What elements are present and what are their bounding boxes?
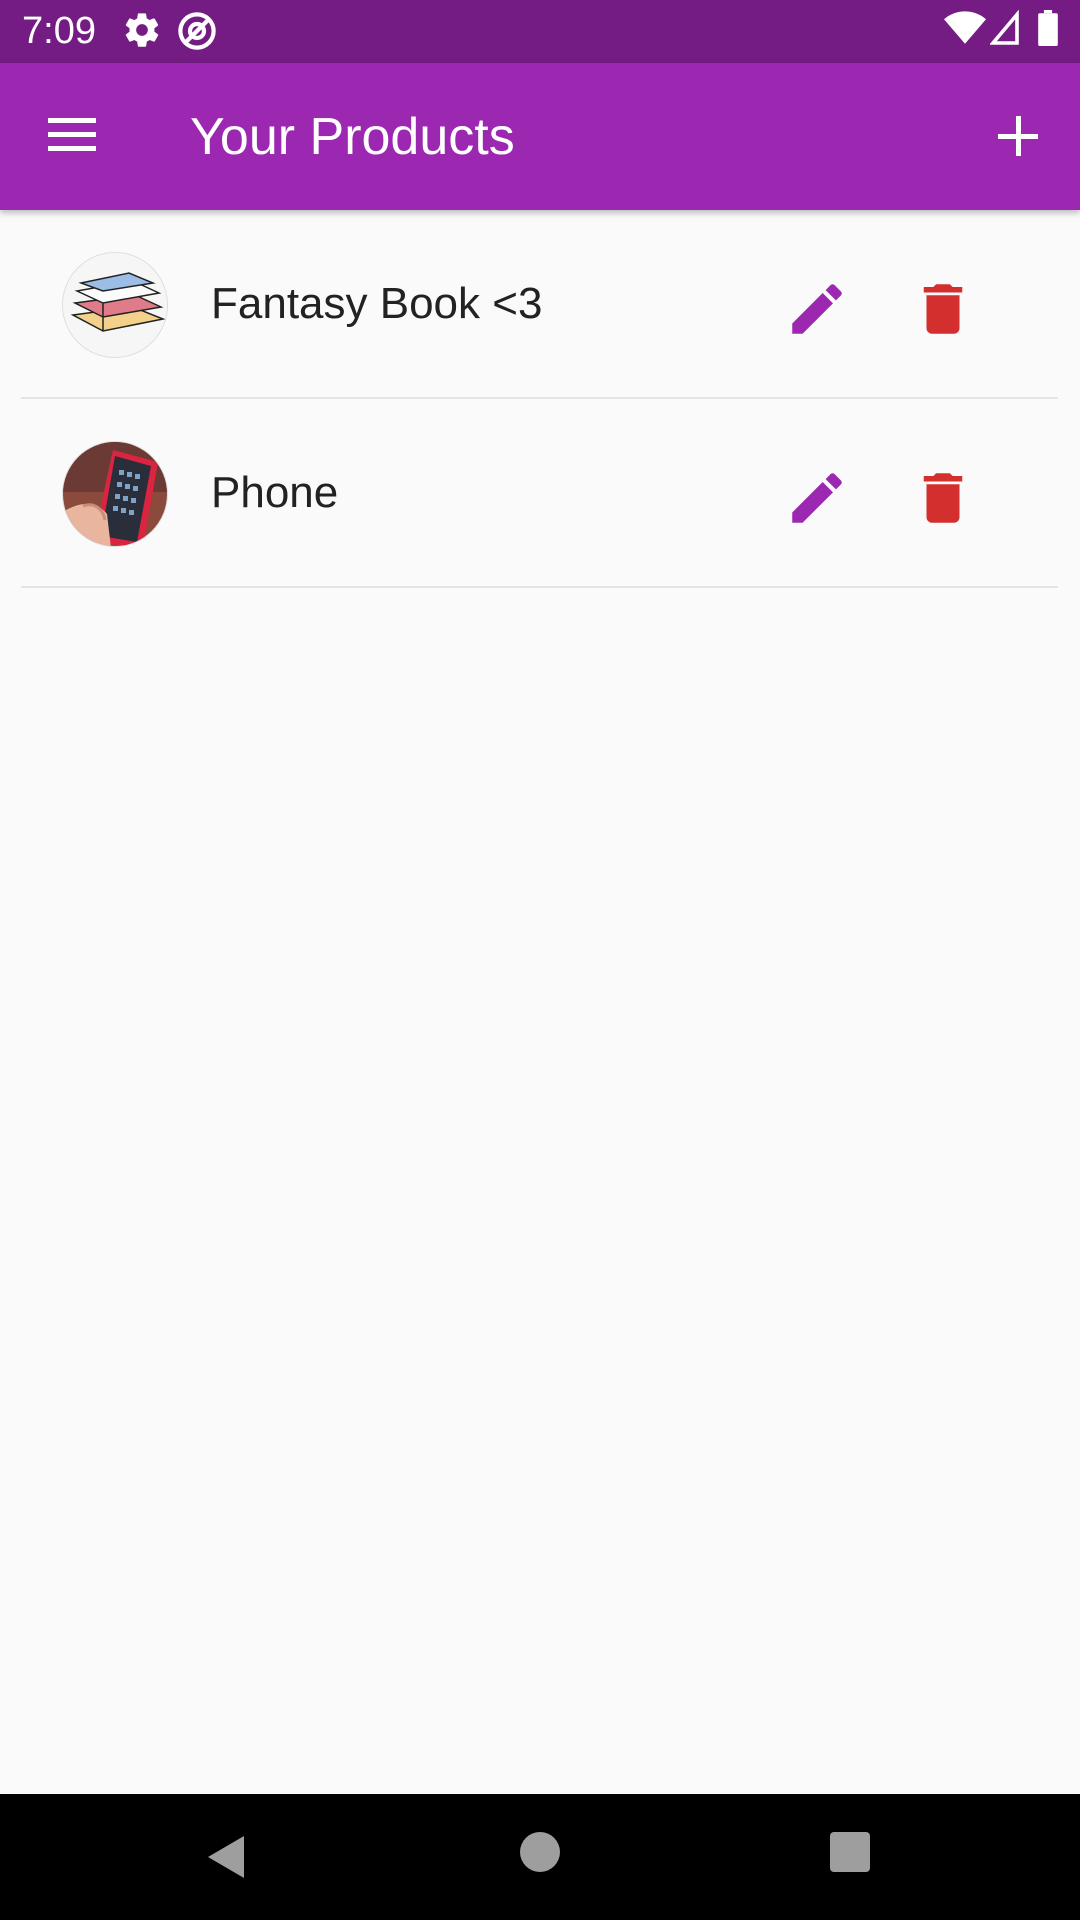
delete-button[interactable]	[910, 465, 976, 531]
status-bar: 7:09	[0, 0, 1080, 63]
recents-square-icon[interactable]	[830, 1832, 870, 1872]
edit-button[interactable]	[784, 465, 850, 531]
product-title: Phone	[211, 468, 339, 517]
list-item[interactable]: Fantasy Book <3	[0, 210, 1080, 399]
add-product-button[interactable]	[985, 103, 1051, 169]
at-sign-icon	[176, 10, 218, 52]
app-bar: Your Products	[0, 63, 1080, 210]
cell-signal-icon	[990, 10, 1020, 46]
product-image-books	[62, 252, 168, 358]
back-triangle-icon[interactable]	[200, 1830, 252, 1884]
product-image-phone	[62, 441, 168, 547]
status-time: 7:09	[22, 10, 96, 52]
hamburger-menu-icon[interactable]	[40, 106, 106, 166]
plus-icon	[998, 116, 1038, 156]
product-list: Fantasy Book <3 Phone	[0, 210, 1080, 588]
pencil-icon	[792, 473, 842, 523]
trash-icon	[923, 284, 963, 334]
edit-button[interactable]	[784, 276, 850, 342]
pencil-icon	[792, 284, 842, 334]
wifi-icon	[944, 10, 986, 46]
battery-icon	[1038, 10, 1058, 46]
settings-gear-icon	[122, 10, 162, 50]
home-circle-icon[interactable]	[520, 1832, 560, 1872]
delete-button[interactable]	[910, 276, 976, 342]
product-title: Fantasy Book <3	[211, 279, 543, 328]
page-title: Your Products	[190, 108, 515, 166]
navigation-bar	[0, 1794, 1080, 1920]
trash-icon	[923, 473, 963, 523]
list-item[interactable]: Phone	[0, 399, 1080, 588]
